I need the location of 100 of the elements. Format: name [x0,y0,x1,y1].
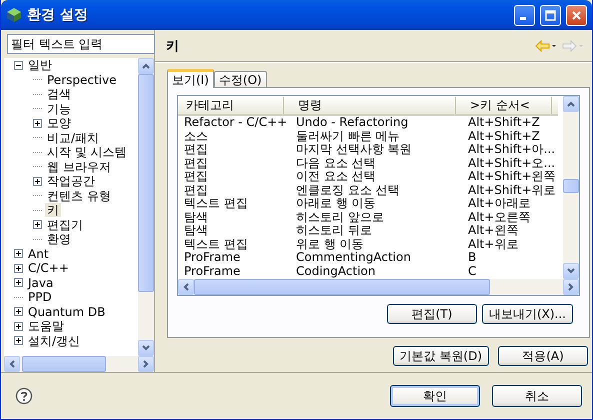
table-cell: 위로 행 이동 [296,238,364,251]
scroll-up-button[interactable] [138,58,154,74]
scroll-up-button[interactable] [563,96,579,112]
tree-item[interactable]: 비교/패치 [45,130,102,145]
scroll-down-button[interactable] [138,340,154,356]
scroll-left-icon[interactable] [9,360,15,368]
table-cell: ProFrame [184,264,240,278]
scroll-right-icon[interactable] [568,283,574,291]
tree-item[interactable]: 모양 [45,116,73,130]
scroll-thumb[interactable] [22,356,106,372]
expand-icon[interactable] [14,264,23,273]
tree-item[interactable]: Perspective [45,72,118,87]
tree-item[interactable]: C/C++ [26,261,71,276]
tree-item[interactable]: 검색 [45,87,73,102]
scroll-right-button[interactable] [563,279,579,295]
tree-item[interactable]: 환영 [45,232,73,246]
table-cell: C [468,264,476,278]
tree-item[interactable]: Ant [26,246,51,261]
tree-item[interactable]: 일반 [26,58,54,72]
table-cell: 다음 요소 선택 [296,156,376,170]
expand-icon[interactable] [33,220,42,230]
tree-item[interactable]: Quantum DB [26,304,108,319]
table-cell: 이전 요소 선택 [296,170,376,184]
expand-icon[interactable] [14,336,23,346]
filter-field[interactable]: 필터 텍스트 입력 [7,34,155,54]
page-button[interactable]: 기본값 복원(D) [392,346,489,366]
table-cell: Alt+Shift+오... [468,156,556,170]
table-cell: Undo - Refactoring [296,115,408,130]
expand-icon[interactable] [33,176,42,186]
scroll-down-button[interactable] [563,262,579,279]
tab[interactable]: 수정(O) [214,71,267,87]
close-icon [571,10,582,20]
table-cell: Refactor - C/C++ [184,115,288,130]
table-cell: Alt+아래로 [468,197,530,210]
table-cell: Alt+왼쪽 [468,224,518,238]
scroll-thumb[interactable] [563,179,579,193]
scroll-up-icon[interactable] [142,63,150,69]
app-icon [6,7,22,23]
table-cell: 편집 [184,156,208,170]
table-cell: 히스토리 뒤로 [296,224,372,238]
tree-item[interactable]: 시작 및 시스템 [45,145,129,160]
tree-item[interactable]: 기능 [45,102,73,116]
tree-item[interactable]: 키 [45,203,61,218]
scroll-right-icon[interactable] [142,360,149,368]
tree-item[interactable]: Java [26,276,56,290]
page-button[interactable]: 적용(A) [498,346,588,366]
dialog-button[interactable]: 확인 [390,385,480,407]
table-cell: B [468,251,476,264]
minimize-icon [520,16,526,20]
table-cell: 편집 [184,184,208,197]
scroll-down-icon[interactable] [567,268,575,274]
table-cell: Alt+오른쪽 [468,210,530,224]
maximize-button[interactable] [540,4,561,26]
collapse-icon[interactable] [14,60,23,70]
table-cell: 엔클로징 요소 선택 [296,184,400,197]
minimize-button[interactable] [514,4,535,26]
table-cell: 탐색 [184,224,208,238]
expand-icon[interactable] [33,118,42,128]
expand-icon[interactable] [14,249,23,258]
scroll-thumb[interactable] [194,279,490,295]
expand-icon[interactable] [14,307,23,316]
expand-icon[interactable] [14,278,23,288]
table-cell: Alt+Shift+Z [468,130,540,143]
scroll-up-icon[interactable] [567,101,575,107]
table-cell: 탐색 [184,210,208,224]
table-cell: 히스토리 앞으로 [296,210,384,224]
panel-button[interactable]: 편집(T) [386,304,477,324]
table-cell: 편집 [184,170,208,184]
tree-item[interactable]: 설치/갱신 [26,334,82,348]
scroll-down-icon[interactable] [142,345,150,351]
table-cell: 편집 [184,143,208,156]
tree-item[interactable]: 컨텐츠 유형 [45,188,113,203]
close-button[interactable] [566,4,587,26]
scroll-right-button[interactable] [138,356,154,372]
table-cell: 아래로 행 이동 [296,197,376,210]
table-cell: Alt+Shift+왼쪽 [468,170,556,184]
tree-item[interactable]: 작업공간 [45,174,97,188]
table-cell: Alt+위로 [468,238,518,251]
tree-item[interactable]: 도움말 [26,319,66,334]
dialog-button[interactable]: 취소 [492,385,582,407]
scroll-thumb[interactable] [138,74,154,292]
panel-button[interactable]: 내보내기(X)... [482,304,573,324]
tree-item[interactable]: 웹 브라우저 [45,160,113,174]
tree-item[interactable]: 편집기 [45,218,85,232]
table-cell: 텍스트 편집 [184,197,248,210]
page-title: 키 [166,38,180,54]
table-cell: Alt+Shift+Z [468,115,540,130]
scroll-left-button[interactable] [178,279,194,295]
table-cell: CommentingAction [296,251,411,264]
table-cell: 마지막 선택사항 복원 [296,143,412,156]
table-cell: ProFrame [184,251,240,264]
table-cell: Alt+Shift+위로 [468,184,556,197]
window-title: 환경 설정 [27,6,89,24]
help-icon[interactable] [15,387,33,405]
scroll-left-icon[interactable] [183,283,189,291]
maximize-icon [545,10,556,20]
expand-icon[interactable] [14,322,23,331]
scroll-left-button[interactable] [4,356,20,372]
tab[interactable]: 보기(I) [167,69,214,88]
tree-item[interactable]: PPD [26,290,54,304]
